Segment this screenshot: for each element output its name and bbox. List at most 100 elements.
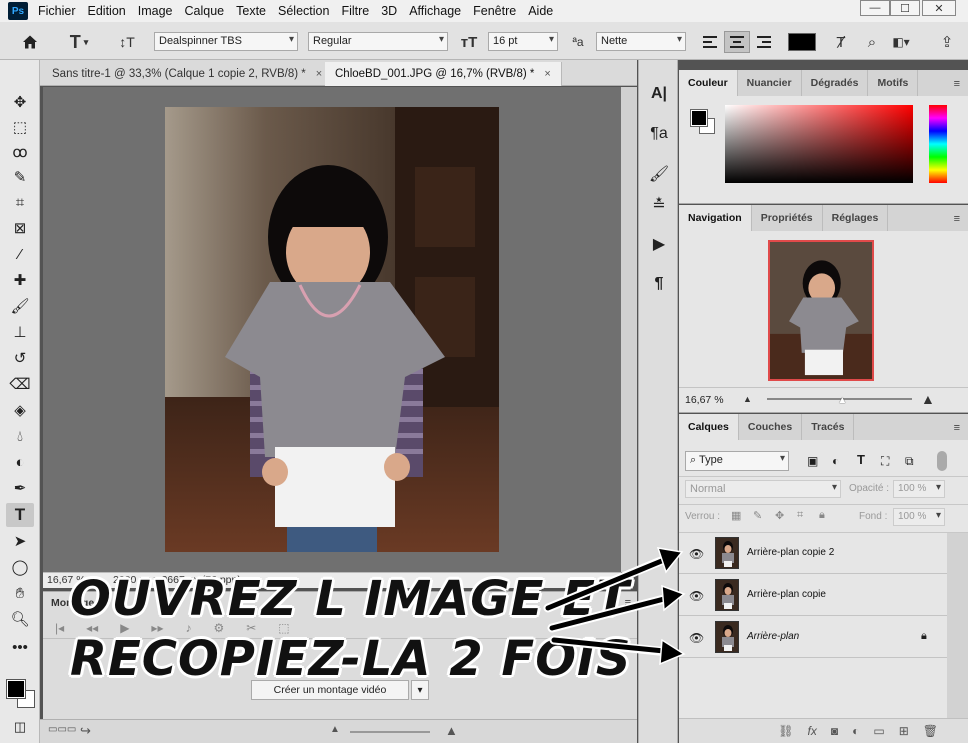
render-icon[interactable]: ▭▭▭	[48, 724, 76, 735]
healing-brush-tool-icon[interactable]: ✚	[6, 268, 34, 292]
tab-reglages[interactable]: Réglages	[823, 205, 889, 231]
eye-icon[interactable]: 👁︎	[689, 589, 704, 603]
type-filter-icon[interactable]: T	[857, 452, 865, 467]
align-left-icon[interactable]	[698, 31, 722, 53]
frame-tool-icon[interactable]: ⊠	[6, 216, 34, 240]
menu-aide[interactable]: Aide	[522, 4, 559, 18]
layer-row-arriere-plan[interactable]: 👁︎ Arrière-plan 🔒︎	[679, 617, 947, 658]
zoom-out-icon[interactable]: ▲	[743, 394, 752, 404]
convert-icon[interactable]: ↪	[80, 723, 91, 739]
share-icon[interactable]: ⇪	[936, 31, 958, 53]
fill-input[interactable]: 100 % ▾	[893, 508, 945, 526]
layer-row-arriere-plan-copie-2[interactable]: 👁︎ Arrière-plan copie 2	[679, 533, 947, 574]
adjustment-filter-icon[interactable]: ◐	[832, 454, 839, 468]
text-color-swatch[interactable]	[788, 33, 816, 51]
menu-fichier[interactable]: Fichier	[32, 4, 82, 18]
layer-row-arriere-plan-copie[interactable]: 👁︎ Arrière-plan copie	[679, 575, 947, 616]
brush-panel-icon[interactable]: 🖌︎	[647, 162, 671, 186]
antialias-select[interactable]: Nette ▾	[596, 32, 686, 51]
home-icon[interactable]	[18, 31, 42, 53]
blur-tool-icon[interactable]: 💧︎	[6, 424, 34, 448]
new-group-icon[interactable]: ▭	[873, 724, 884, 738]
menu-selection[interactable]: Sélection	[272, 4, 335, 18]
zoom-in-icon[interactable]: ▲	[921, 391, 935, 407]
tab-sans-titre[interactable]: Sans titre-1 @ 33,3% (Calque 1 copie 2, …	[42, 62, 334, 86]
menu-edition[interactable]: Edition	[82, 4, 132, 18]
zoom-tool-icon[interactable]: 🔍︎	[6, 607, 34, 631]
layers-scrollbar[interactable]	[947, 533, 968, 718]
brush-tool-icon[interactable]: 🖌︎	[6, 294, 34, 318]
pixel-filter-icon[interactable]: ▣	[807, 454, 818, 468]
menu-affichage[interactable]: Affichage	[403, 4, 467, 18]
zoom-slider-track[interactable]	[350, 731, 430, 733]
navigator-preview[interactable]	[768, 240, 874, 381]
lock-transparency-icon[interactable]: ▦	[731, 509, 741, 522]
tab-proprietes[interactable]: Propriétés	[752, 205, 823, 231]
lock-all-icon[interactable]: 🔒︎	[819, 509, 825, 522]
layer-name[interactable]: Arrière-plan copie 2	[747, 547, 834, 558]
new-layer-icon[interactable]: ⊞	[899, 724, 909, 738]
color-picker-field[interactable]	[725, 105, 913, 183]
character-panel-icon[interactable]: A|	[647, 82, 671, 106]
lasso-tool-icon[interactable]: ꝏ	[6, 140, 34, 164]
quick-mask-icon[interactable]: ◫	[6, 715, 34, 739]
shape-filter-icon[interactable]: ⛶	[881, 454, 889, 469]
menu-texte[interactable]: Texte	[230, 4, 272, 18]
trash-icon[interactable]: 🗑︎	[923, 724, 938, 738]
minimize-button[interactable]: —	[860, 0, 890, 16]
tab-navigation[interactable]: Navigation	[679, 205, 752, 231]
clone-stamp-tool-icon[interactable]: ⊥	[6, 320, 34, 344]
more-tools-icon[interactable]: •••	[6, 635, 34, 659]
fx-icon[interactable]: fx	[808, 724, 817, 738]
add-mask-icon[interactable]: ◙	[831, 724, 838, 738]
maximize-button[interactable]: ☐	[890, 0, 920, 16]
adjustment-layer-icon[interactable]: ◐	[852, 724, 859, 738]
lock-pixels-icon[interactable]: ✎	[753, 509, 762, 522]
font-style-select[interactable]: Regular ▾	[308, 32, 448, 51]
panel-menu-icon[interactable]: ≡	[954, 422, 960, 434]
align-right-icon[interactable]	[752, 31, 776, 53]
type-tool-icon[interactable]: T ▾	[62, 31, 96, 53]
tab-traces[interactable]: Tracés	[802, 414, 855, 440]
lock-artboard-icon[interactable]: ⌗	[797, 509, 803, 522]
glyphs-panel-icon[interactable]: ¶a	[647, 122, 671, 146]
tab-couches[interactable]: Couches	[739, 414, 803, 440]
close-window-button[interactable]: ✕	[922, 0, 956, 16]
type-tool-icon[interactable]: T	[6, 503, 34, 527]
vertical-type-toggle-icon[interactable]: ↕T	[115, 31, 139, 53]
tab-motifs[interactable]: Motifs	[868, 70, 919, 96]
move-tool-icon[interactable]: ✥	[6, 90, 34, 114]
foreground-color-swatch[interactable]	[690, 109, 708, 127]
brush-settings-icon[interactable]: ≛	[647, 193, 671, 217]
panel-menu-icon[interactable]: ≡	[954, 78, 960, 90]
close-icon[interactable]: ×	[316, 68, 322, 80]
paint-bucket-tool-icon[interactable]: ◈	[6, 398, 34, 422]
filter-toggle[interactable]	[937, 451, 947, 471]
paragraph-panel-icon[interactable]: ¶	[647, 272, 671, 296]
hue-slider[interactable]	[929, 105, 947, 183]
font-family-select[interactable]: Dealspinner TBS ▾	[154, 32, 298, 51]
canvas-scrollbar[interactable]	[621, 87, 637, 572]
eye-icon[interactable]: 👁︎	[689, 631, 704, 645]
dodge-tool-icon[interactable]: ◐	[6, 450, 34, 474]
hand-tool-icon[interactable]: ✋︎	[6, 581, 34, 605]
tab-calques[interactable]: Calques	[679, 414, 739, 440]
quick-selection-tool-icon[interactable]: ✎	[6, 165, 34, 189]
layer-filter-select[interactable]: ⌕ Type ▾	[685, 451, 789, 471]
eraser-tool-icon[interactable]: ⌫	[6, 372, 34, 396]
tab-degrades[interactable]: Dégradés	[802, 70, 869, 96]
lock-position-icon[interactable]: ✥	[775, 509, 784, 522]
eye-icon[interactable]: 👁︎	[689, 547, 704, 561]
layer-name[interactable]: Arrière-plan copie	[747, 589, 826, 600]
foreground-color-swatch[interactable]	[6, 679, 26, 699]
marquee-tool-icon[interactable]: ⬚	[6, 115, 34, 139]
menu-filtre[interactable]: Filtre	[335, 4, 375, 18]
menu-3d[interactable]: 3D	[375, 4, 403, 18]
layer-name[interactable]: Arrière-plan	[747, 631, 799, 642]
menu-calque[interactable]: Calque	[179, 4, 231, 18]
history-brush-tool-icon[interactable]: ↺	[6, 346, 34, 370]
tab-couleur[interactable]: Couleur	[679, 70, 738, 96]
blend-mode-select[interactable]: Normal ▾	[685, 480, 841, 498]
eyedropper-tool-icon[interactable]: ⁄	[6, 242, 34, 266]
opacity-input[interactable]: 100 % ▾	[893, 480, 945, 498]
